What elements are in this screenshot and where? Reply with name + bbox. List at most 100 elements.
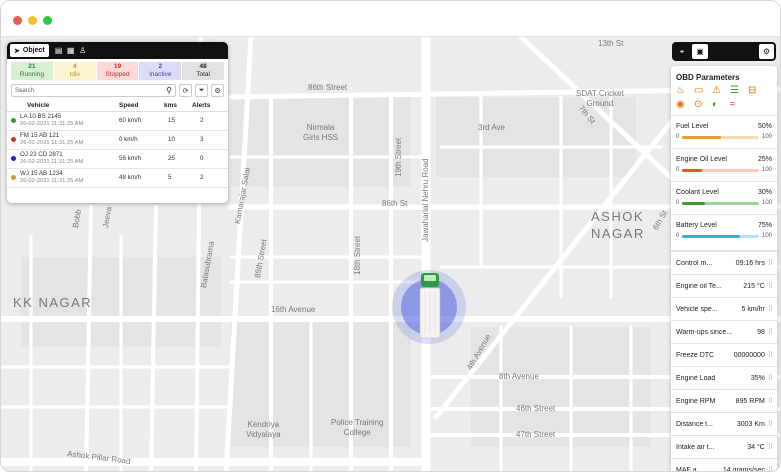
param-value: 00000000 [733, 351, 765, 359]
search-input[interactable]: Search ⚲ [11, 84, 176, 97]
param-value: 34 °C [747, 443, 765, 451]
vehicle-timestamp: 26-02-2021 11:31:25 AM [20, 178, 84, 184]
status-count: 21 [28, 63, 36, 70]
param-value: 98 [757, 328, 765, 336]
drag-handle-icon[interactable]: ⠿ [768, 328, 773, 336]
status-label: Stopped [105, 71, 130, 78]
person-icon[interactable]: ♙ [77, 44, 89, 57]
vehicle-alerts[interactable]: 2 [192, 168, 228, 188]
grid-icon[interactable]: ▦ [65, 44, 77, 57]
vehicle-alerts[interactable]: 3 [192, 130, 228, 150]
drag-handle-icon[interactable]: ⠿ [768, 374, 773, 382]
map-label-ashok: ASHOK [591, 209, 645, 224]
col-speed[interactable]: Speed [119, 100, 164, 112]
status-count: 19 [113, 63, 122, 70]
vehicle-name: WJ 15 AB 1234 [20, 170, 63, 177]
obd-param-row[interactable]: Control m... 09:16 hrs ⠿ [671, 251, 777, 274]
col-alerts[interactable]: Alerts [192, 100, 228, 112]
table-row[interactable]: WJ 15 AB 1234 26-02-2021 11:31:25 AM 48 km… [7, 168, 228, 188]
param-value: 3003 Km [736, 420, 765, 428]
obd-param-row[interactable]: Distance t... 3003 Km ⠿ [671, 412, 777, 435]
gauge-min: 0 [676, 233, 680, 239]
filter-button[interactable]: ⏷ [195, 84, 208, 97]
param-value: 09:16 hrs [735, 259, 765, 267]
drag-handle-icon[interactable]: ⠿ [768, 397, 773, 405]
drag-handle-icon[interactable]: ⠿ [768, 443, 773, 451]
status-idle[interactable]: 4 Idle [53, 62, 96, 80]
param-label: Freeze DTC [676, 351, 715, 359]
engine-icon[interactable]: ▣ [692, 44, 708, 59]
status-stopped[interactable]: 19 Stopped [96, 62, 139, 80]
map-label-13th-st: 13th St [598, 39, 624, 48]
col-vehicle[interactable]: Vehicle [7, 100, 119, 112]
minimize-window-button[interactable] [28, 16, 37, 25]
obd-param-row[interactable]: Vehicle spe... 5 km/hr ⠿ [671, 297, 777, 320]
obd-param-row[interactable]: Engine Load 35% ⠿ [671, 366, 777, 389]
location-pin-icon[interactable]: ⌖ [674, 44, 690, 59]
param-label: Intake air t... [676, 443, 715, 451]
drag-handle-icon[interactable]: ⠿ [768, 351, 773, 359]
table-row[interactable]: FM 15 AB 121 26-02-2021 11:31:25 AM 0 km/h… [7, 130, 228, 150]
search-icon[interactable]: ⚲ [166, 86, 172, 95]
map-label-nehru-road: Jawaharlal Nehru Road [421, 158, 430, 242]
map-label-18th-street: 18th Street [353, 235, 362, 275]
col-kms[interactable]: kms [164, 100, 192, 112]
vehicle-status-dot [11, 118, 16, 123]
map-label-47th-street: 47th Street [516, 430, 556, 439]
gauge-track [682, 135, 759, 139]
drag-handle-icon[interactable]: ⠿ [768, 282, 773, 290]
table-row[interactable]: LA 10 BS 2145 26-02-2021 11:31:25 AM 60 km… [7, 111, 228, 131]
settings-button[interactable]: ⚙ [211, 84, 224, 97]
vehicle-status-dot [11, 156, 16, 161]
maximize-window-button[interactable] [43, 16, 52, 25]
refresh-button[interactable]: ⟳ [179, 84, 192, 97]
drag-handle-icon[interactable]: ⠿ [768, 259, 773, 267]
status-label: Total [196, 71, 210, 78]
obd-warning-icons: ♨ ▭ ⚠ ☰ ⊟ ◉ ⊙ ◐ ≈ [671, 82, 777, 111]
obd-param-row[interactable]: Intake air t... 34 °C ⠿ [671, 435, 777, 458]
gear-icon[interactable]: ⚙ [759, 44, 774, 59]
drag-handle-icon[interactable]: ⠿ [768, 305, 773, 313]
vehicle-name: FM 15 AB 121 [20, 132, 60, 139]
table-row[interactable]: OJ 23 CD 2871 26-02-2021 11:31:25 AM 56 km… [7, 149, 228, 169]
gauge-track [682, 168, 759, 172]
gauge-engine-oil-level: Engine Oil Level 25% 0 100 [671, 148, 777, 181]
obd-param-row[interactable]: Freeze DTC 00000000 ⠿ [671, 343, 777, 366]
vehicle-kms: 10 [164, 130, 192, 150]
vehicle-alerts[interactable]: 2 [192, 111, 228, 131]
obd-param-row[interactable]: Warm-ups since... 98 ⠿ [671, 320, 777, 343]
engine-warning-icon: ⊟ [748, 85, 757, 96]
status-running[interactable]: 21 Running [11, 62, 53, 80]
vehicle-alerts[interactable]: 0 [192, 149, 228, 169]
status-inactive[interactable]: 2 Inactive [139, 62, 182, 80]
tab-object[interactable]: ➤ Object [10, 44, 49, 57]
drag-handle-icon[interactable]: ⠿ [768, 420, 773, 428]
param-value: 895 RPM [735, 397, 765, 405]
param-label: Engine Load [676, 374, 716, 382]
obd-title: OBD Parameters [676, 73, 740, 82]
map-label-16th-avenue: 16th Avenue [271, 305, 316, 314]
status-total[interactable]: 48 Total [182, 62, 224, 80]
param-value: 5 km/hr [741, 305, 765, 313]
vehicle-timestamp: 26-02-2021 11:31:25 AM [20, 121, 84, 127]
obd-param-row[interactable]: Engine oil Te... 215 °C ⠿ [671, 274, 777, 297]
obd-param-row[interactable]: MAF a... 14 grams/sec ⠿ [671, 458, 777, 471]
vehicle-marker[interactable] [392, 270, 466, 344]
obd-panel: OBD Parameters ♨ ▭ ⚠ ☰ ⊟ ◉ ⊙ ◐ ≈ Fuel Le… [671, 66, 777, 471]
drag-handle-icon[interactable]: ⠿ [768, 466, 773, 471]
gauge-max: 100 [761, 134, 772, 140]
doc-icon[interactable]: ▤ [53, 44, 65, 57]
obd-param-row[interactable]: Engine RPM 895 RPM ⠿ [671, 389, 777, 412]
gauge-min: 0 [676, 200, 680, 206]
gauge-value: 30% [757, 189, 772, 196]
oil-can-icon: ♨ [676, 85, 685, 96]
obd-gauges: Fuel Level 50% 0 100 Engine Oil Level 25% 0 100… [671, 115, 777, 247]
close-window-button[interactable] [13, 16, 22, 25]
object-panel: ➤ Object ▤ ▦ ♙ 21 Running 4 Idle 19 Stopped 2 I… [7, 42, 228, 203]
gauge-label: Coolant Level [676, 189, 719, 196]
gauge-min: 0 [676, 134, 680, 140]
vehicle-kms: 15 [164, 111, 192, 131]
status-label: Inactive [149, 71, 172, 78]
low-beam-icon: ◐ [712, 99, 719, 110]
map-label-sdat: SDAT Cricket Ground [576, 89, 624, 108]
